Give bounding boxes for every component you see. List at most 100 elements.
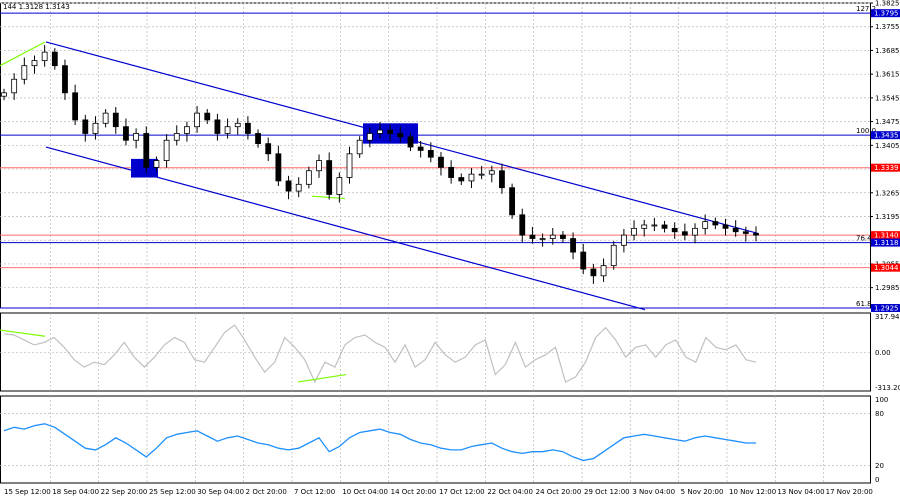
price-tick-label: 1.3195: [875, 213, 900, 221]
candle-body[interactable]: [732, 227, 739, 233]
candle-body[interactable]: [671, 227, 678, 233]
candle-body[interactable]: [366, 133, 373, 141]
candle-body[interactable]: [72, 92, 79, 121]
time-tick-label: 5 Nov 20:00: [681, 488, 724, 496]
candle-body[interactable]: [560, 234, 566, 239]
candle-body[interactable]: [214, 119, 221, 134]
candle-body[interactable]: [610, 244, 617, 267]
candle-body[interactable]: [295, 183, 302, 192]
candle-body[interactable]: [1, 92, 7, 97]
candle-body[interactable]: [529, 234, 536, 239]
candle-body[interactable]: [92, 122, 99, 134]
candle-body[interactable]: [681, 231, 688, 236]
candle-body[interactable]: [194, 112, 200, 128]
candle-body[interactable]: [712, 221, 719, 226]
candle-body[interactable]: [234, 122, 241, 128]
candle-body[interactable]: [224, 126, 231, 134]
candle-body[interactable]: [62, 65, 68, 94]
time-tick-label: 25 Sep 12:00: [149, 488, 196, 496]
candle-body[interactable]: [275, 153, 282, 182]
candle-body[interactable]: [631, 227, 637, 236]
candle-body[interactable]: [387, 129, 394, 134]
time-axis[interactable]: 15 Sep 12:00 18 Sep 04:00 22 Sep 20:00 25 S…: [4, 488, 873, 496]
candle-body[interactable]: [316, 160, 322, 172]
candle-body[interactable]: [519, 214, 526, 236]
candle-body[interactable]: [448, 166, 455, 178]
fib-76.4-label: 76.4: [856, 235, 872, 243]
candle-body[interactable]: [753, 233, 759, 236]
candle-body[interactable]: [702, 221, 709, 229]
candle-body[interactable]: [31, 60, 38, 67]
candle-body[interactable]: [499, 170, 505, 189]
cci-tick-label: 317.9471: [875, 313, 900, 321]
candle-body[interactable]: [417, 146, 424, 151]
candle-body[interactable]: [661, 224, 668, 229]
candle-body[interactable]: [21, 65, 28, 80]
candle-body[interactable]: [397, 133, 404, 138]
rsi-tick-label: 0: [875, 476, 879, 484]
candle-body[interactable]: [336, 177, 343, 195]
candle-body[interactable]: [163, 139, 170, 161]
candle-body[interactable]: [244, 122, 251, 134]
candle-body[interactable]: [427, 150, 434, 158]
candle-body[interactable]: [112, 112, 119, 128]
candle-body[interactable]: [285, 180, 292, 192]
candle-body[interactable]: [407, 136, 414, 148]
candle-body[interactable]: [539, 238, 546, 240]
candle-body[interactable]: [620, 234, 627, 246]
time-tick-label: 14 Oct 20:00: [391, 488, 437, 496]
time-tick-label: 17 Oct 12:00: [439, 488, 485, 496]
candle-body[interactable]: [11, 78, 18, 94]
candle-body[interactable]: [600, 265, 607, 277]
fib-127.2-price-tag-text: 1.3795: [874, 10, 899, 18]
fib-76.4-price-tag-text: 1.3118: [874, 239, 899, 247]
candle-body[interactable]: [102, 112, 109, 124]
candle-body[interactable]: [377, 129, 383, 134]
price-tick-label: 1.3265: [875, 189, 900, 197]
candle-body[interactable]: [570, 238, 576, 253]
candle-body[interactable]: [438, 156, 444, 168]
candle-body[interactable]: [265, 143, 272, 155]
level-1.3339-price-tag-text: 1.3339: [874, 164, 899, 172]
time-tick-label: 22 Oct 04:00: [487, 488, 533, 496]
candle-body[interactable]: [722, 224, 729, 229]
cci-tick-label: 0.00: [875, 349, 891, 357]
candle-body[interactable]: [590, 268, 597, 277]
candle-body[interactable]: [468, 173, 475, 182]
time-tick-label: 29 Oct 12:00: [584, 488, 630, 496]
candle-body[interactable]: [580, 251, 587, 270]
candle-body[interactable]: [651, 224, 658, 227]
candle-body[interactable]: [184, 126, 190, 134]
candle-body[interactable]: [488, 170, 495, 175]
candle-body[interactable]: [173, 133, 180, 141]
candle-body[interactable]: [255, 133, 261, 145]
candle-body[interactable]: [641, 224, 648, 229]
candle-body[interactable]: [478, 173, 485, 176]
candle-body[interactable]: [509, 187, 516, 216]
candle-body[interactable]: [305, 170, 312, 185]
candle-body[interactable]: [143, 133, 150, 168]
candle-body[interactable]: [356, 139, 363, 155]
price-tick-label: 1.3825: [875, 0, 900, 8]
time-tick-label: 24 Oct 20:00: [536, 488, 582, 496]
candle-body[interactable]: [692, 227, 698, 236]
price-tick-label: 1.3475: [875, 118, 900, 126]
candle-body[interactable]: [458, 177, 465, 182]
candle-body[interactable]: [133, 133, 140, 141]
candle-body[interactable]: [549, 234, 556, 239]
candle-body[interactable]: [204, 112, 211, 121]
chart-window[interactable]: 127.2100.076.461.8 1.38251.37551.36851.3…: [0, 0, 900, 500]
candle-body[interactable]: [326, 160, 333, 195]
candle-body[interactable]: [153, 160, 160, 168]
candle-body[interactable]: [742, 231, 749, 234]
candle-body[interactable]: [51, 51, 58, 67]
time-tick-label: 13 Nov 04:00: [777, 488, 824, 496]
level-1.3044-price-tag-text: 1.3044: [874, 264, 899, 272]
candle-body[interactable]: [123, 126, 129, 141]
symbol-info: 144 1.3128 1.3143: [3, 3, 70, 11]
candle-body[interactable]: [346, 153, 353, 178]
candle-body[interactable]: [82, 119, 89, 134]
rsi-tick-label: 80: [875, 410, 884, 418]
candle-body[interactable]: [41, 51, 48, 62]
fib-61.8-price-tag-text: 1.2925: [874, 305, 899, 313]
